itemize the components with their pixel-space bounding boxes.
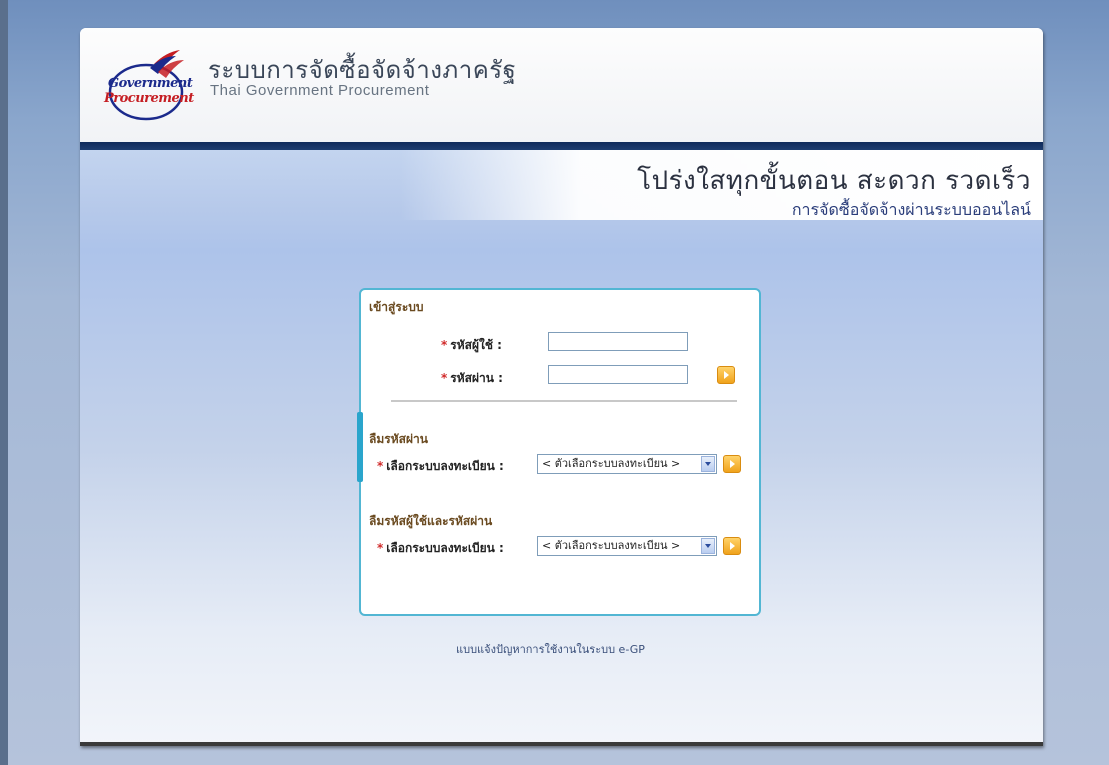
forgot-password-submit-button[interactable] <box>723 455 741 473</box>
required-mark: * <box>441 338 448 352</box>
select-value: < ตัวเลือกระบบลงทะเบียน > <box>542 457 681 470</box>
site-subtitle: Thai Government Procurement <box>210 82 430 99</box>
password-input[interactable] <box>548 365 688 384</box>
site-header: Government Procurement ระบบการจัดซื้อจัด… <box>80 28 1043 142</box>
gprocurement-logo: Government Procurement <box>104 48 194 128</box>
forgot-user-password-submit-button[interactable] <box>723 537 741 555</box>
page-bottom-border <box>80 742 1043 746</box>
page-container: Government Procurement ระบบการจัดซื้อจัด… <box>80 28 1043 746</box>
logo-text-procurement: Procurement <box>104 91 194 106</box>
forgot-password-select-label-text: เลือกระบบลงทะเบียน : <box>386 459 504 473</box>
required-mark: * <box>377 541 384 555</box>
forgot-user-password-select-label: * เลือกระบบลงทะเบียน : <box>377 539 504 558</box>
username-input[interactable] <box>548 332 688 351</box>
password-label: * รหัสผ่าน : <box>441 369 503 388</box>
required-mark: * <box>377 459 384 473</box>
forgot-password-select-label: * เลือกระบบลงทะเบียน : <box>377 457 504 476</box>
forgot-password-title: ลืมรหัสผ่าน <box>369 432 428 446</box>
username-label: * รหัสผู้ใช้ : <box>441 336 502 355</box>
forgot-user-password-registration-select[interactable]: < ตัวเลือกระบบลงทะเบียน > <box>537 536 717 556</box>
banner-slogan: โปร่งใสทุกขั้นตอน สะดวก รวดเร็ว <box>637 166 1031 196</box>
header-divider-bar <box>80 142 1043 150</box>
section-divider <box>391 400 737 402</box>
chevron-down-icon[interactable] <box>701 456 715 472</box>
window-edge <box>0 0 8 765</box>
required-mark: * <box>441 371 448 385</box>
forgot-user-password-title: ลืมรหัสผู้ใช้และรหัสผ่าน <box>369 514 493 528</box>
logo-text-government: Government <box>108 76 193 91</box>
panel-tab-marker <box>357 412 363 482</box>
forgot-password-registration-select[interactable]: < ตัวเลือกระบบลงทะเบียน > <box>537 454 717 474</box>
problem-report-link[interactable]: แบบแจ้งปัญหาการใช้งานในระบบ e-GP <box>456 640 645 658</box>
login-submit-button[interactable] <box>717 366 735 384</box>
chevron-down-icon[interactable] <box>701 538 715 554</box>
login-section-title: เข้าสู่ระบบ <box>369 300 424 314</box>
forgot-user-password-select-label-text: เลือกระบบลงทะเบียน : <box>386 541 504 555</box>
username-label-text: รหัสผู้ใช้ : <box>450 338 502 352</box>
banner-tagline: การจัดซื้อจัดจ้างผ่านระบบออนไลน์ <box>791 200 1031 219</box>
login-panel: เข้าสู่ระบบ * รหัสผู้ใช้ : * รหัสผ่าน : ลื… <box>357 288 761 616</box>
select-value: < ตัวเลือกระบบลงทะเบียน > <box>542 539 681 552</box>
password-label-text: รหัสผ่าน : <box>450 371 503 385</box>
